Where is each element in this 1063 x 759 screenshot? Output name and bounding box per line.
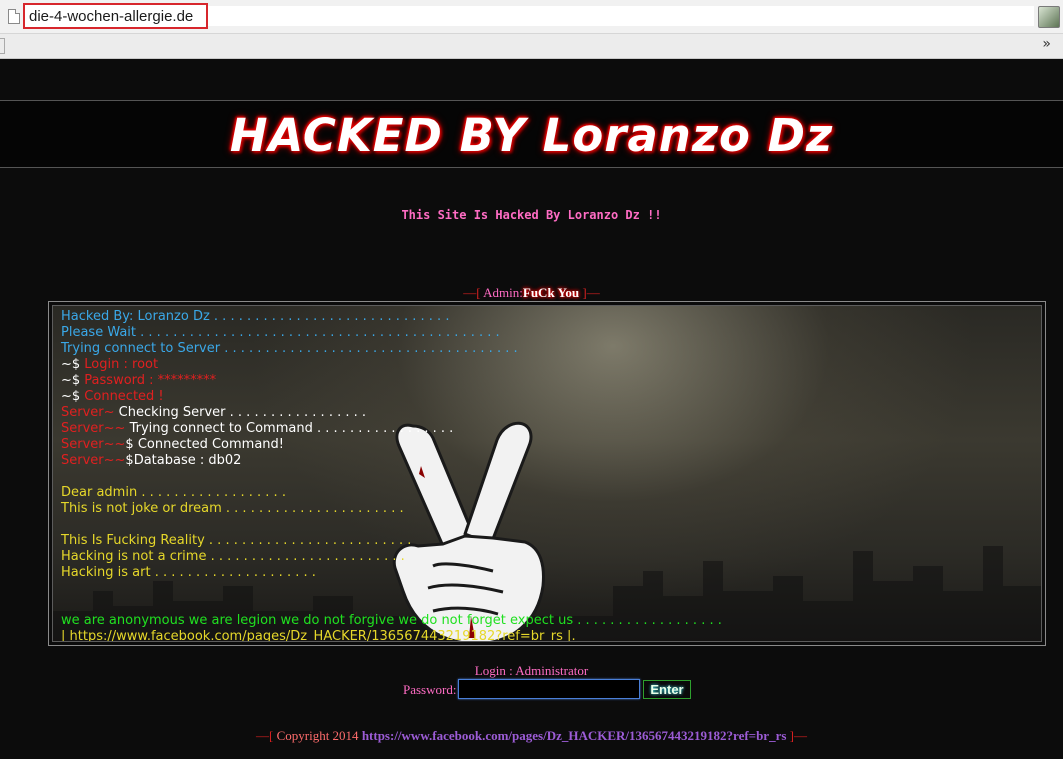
terminal-line: Hacking is not a crime . . . . . . . . .… <box>61 549 722 565</box>
terminal-line: Server~ Checking Server . . . . . . . . … <box>61 405 722 421</box>
bookmarks-overflow-chevron-icon[interactable]: » <box>1042 36 1051 52</box>
facebook-link[interactable]: https://www.facebook.com/pages/Dz_HACKER… <box>362 728 787 743</box>
terminal-segment: Hacked By: Loranzo Dz . . . . . . . . . … <box>61 309 450 324</box>
terminal-segment: Password : ********* <box>84 373 217 388</box>
banner: HACKED BY Loranzo Dz <box>0 100 1063 168</box>
terminal-background: Hacked By: Loranzo Dz . . . . . . . . . … <box>52 305 1042 642</box>
copyright-right-dash: ]— <box>786 728 807 743</box>
address-bar[interactable]: die-4-wochen-allergie.de <box>23 3 208 29</box>
terminal-line: ~$ Password : ********* <box>61 373 722 389</box>
terminal-segment: Server~~ <box>61 421 130 436</box>
terminal-line: Server~~ Trying connect to Command . . .… <box>61 421 722 437</box>
terminal-segment: Server~~ <box>61 437 126 452</box>
admin-right-dash: ]— <box>579 285 600 300</box>
bookmarks-bar: » <box>0 34 1063 59</box>
terminal-line: | https://www.facebook.com/pages/Dz_HACK… <box>61 629 722 642</box>
terminal-segment: Server~~ <box>61 453 126 468</box>
terminal-line: Please Wait . . . . . . . . . . . . . . … <box>61 325 722 341</box>
terminal-segment: Please Wait . . . . . . . . . . . . . . … <box>61 325 500 340</box>
url-text[interactable]: die-4-wochen-allergie.de <box>29 8 193 25</box>
terminal-segment: we are anonymous we are legion we do not… <box>61 613 722 628</box>
subtitle: This Site Is Hacked By Loranzo Dz !! <box>401 208 662 222</box>
extension-icon[interactable] <box>1038 6 1060 28</box>
enter-button[interactable]: Enter <box>643 680 691 699</box>
terminal-segment: This is not joke or dream . . . . . . . … <box>61 501 404 516</box>
terminal-line: Hacking is art . . . . . . . . . . . . .… <box>61 565 722 581</box>
admin-value: FuCk You <box>522 285 580 300</box>
terminal-segment: Login : root <box>84 357 159 372</box>
terminal-segment: Dear admin . . . . . . . . . . . . . . .… <box>61 485 286 500</box>
terminal-segment: $ Connected Command! <box>125 437 284 452</box>
terminal-segment: Hacking is art . . . . . . . . . . . . .… <box>61 565 316 580</box>
terminal-line: This Is Fucking Reality . . . . . . . . … <box>61 533 722 549</box>
admin-left-dash: —[ <box>463 285 484 300</box>
terminal-segment: $Database : db02 <box>125 453 242 468</box>
terminal-segment: Connected ! <box>84 389 164 404</box>
terminal-segment: This Is Fucking Reality . . . . . . . . … <box>61 533 412 548</box>
password-label: Password: <box>403 682 457 697</box>
login-label: Login : Administrator <box>474 663 589 678</box>
bookmark-item[interactable] <box>0 38 5 54</box>
admin-line: —[ Admin:FuCk You ]— <box>0 285 1063 301</box>
address-bar-field[interactable] <box>208 6 1034 26</box>
copyright-left-dash: —[ <box>255 728 277 743</box>
terminal-line: Server~~$Database : db02 <box>61 453 722 469</box>
terminal-segment: Server~ <box>61 405 119 420</box>
terminal-line: Hacked By: Loranzo Dz . . . . . . . . . … <box>61 309 722 325</box>
terminal-segment: ~$ <box>61 373 85 388</box>
admin-label: Admin: <box>483 285 523 300</box>
terminal-segment: Trying connect to Command . . . . . . . … <box>129 421 454 436</box>
copyright-text: Copyright 2014 <box>276 728 362 743</box>
terminal-line: ~$ Connected ! <box>61 389 722 405</box>
terminal-line: This is not joke or dream . . . . . . . … <box>61 501 722 517</box>
page-icon <box>8 9 20 24</box>
browser-toolbar: die-4-wochen-allergie.de <box>0 0 1063 34</box>
terminal-segment: Checking Server . . . . . . . . . . . . … <box>118 405 367 420</box>
password-input[interactable] <box>458 679 640 699</box>
terminal-segment: ~$ <box>61 389 85 404</box>
terminal-line: we are anonymous we are legion we do not… <box>61 613 722 629</box>
terminal-segment: Hacking is not a crime . . . . . . . . .… <box>61 549 405 564</box>
terminal-segment: Trying connect to Server . . . . . . . .… <box>61 341 518 356</box>
terminal-text: Hacked By: Loranzo Dz . . . . . . . . . … <box>61 309 722 642</box>
banner-title: HACKED BY Loranzo Dz <box>229 109 834 162</box>
terminal-line: Server~~$ Connected Command! <box>61 437 722 453</box>
terminal-line: ~$ Login : root <box>61 357 722 373</box>
copyright-line: —[ Copyright 2014 https://www.facebook.c… <box>0 728 1063 744</box>
terminal-line: Dear admin . . . . . . . . . . . . . . .… <box>61 485 722 501</box>
terminal-segment: | https://www.facebook.com/pages/Dz_HACK… <box>61 629 576 642</box>
terminal-segment: ~$ <box>61 357 85 372</box>
terminal-panel: Hacked By: Loranzo Dz . . . . . . . . . … <box>48 301 1046 646</box>
terminal-line: Trying connect to Server . . . . . . . .… <box>61 341 722 357</box>
